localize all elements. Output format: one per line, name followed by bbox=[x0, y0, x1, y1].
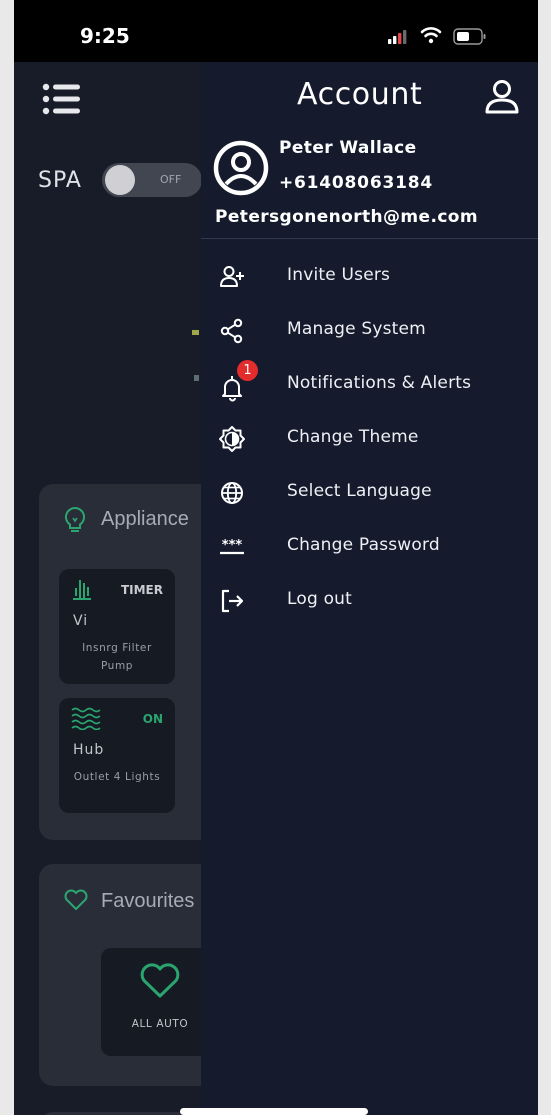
home-indicator[interactable] bbox=[180, 1108, 368, 1115]
user-avatar-icon bbox=[213, 140, 269, 201]
menu-label: Manage System bbox=[287, 319, 426, 339]
theme-icon bbox=[219, 426, 247, 452]
menu-label: Log out bbox=[287, 589, 353, 609]
tile-status: ON bbox=[142, 712, 163, 726]
signal-wifi-battery-icon bbox=[388, 27, 486, 45]
appliance-tile-hub[interactable]: ON Hub Outlet 4 Lights bbox=[59, 698, 175, 813]
user-name: Peter Wallace bbox=[279, 138, 417, 158]
menu-label: Change Password bbox=[287, 535, 440, 555]
background-indicator bbox=[192, 330, 199, 335]
menu-item-notifications[interactable]: 1 Notifications & Alerts bbox=[201, 360, 538, 408]
background-indicator bbox=[194, 375, 199, 381]
user-phone: +61408063184 bbox=[279, 173, 433, 193]
favourites-title: Favourites bbox=[101, 890, 195, 912]
drawer-title: Account bbox=[297, 77, 423, 112]
menu-label: Notifications & Alerts bbox=[287, 373, 472, 393]
water-waves-icon bbox=[71, 706, 101, 735]
menu-item-invite-users[interactable]: Invite Users bbox=[201, 252, 538, 300]
toggle-knob bbox=[105, 165, 135, 195]
hamburger-menu-icon[interactable] bbox=[42, 82, 82, 121]
tile-description: Insnrg Filter Pump bbox=[82, 642, 152, 672]
tile-name: Vi bbox=[73, 613, 89, 629]
svg-text:***: *** bbox=[222, 538, 243, 553]
menu-label: Select Language bbox=[287, 481, 432, 501]
account-icon[interactable] bbox=[483, 78, 521, 121]
toggle-state-label: OFF bbox=[160, 173, 182, 186]
user-email: Petersgonenorth@me.com bbox=[215, 207, 478, 227]
status-icons bbox=[386, 26, 506, 46]
appliance-tile-vi[interactable]: TIMER Vi Insnrg Filter Pump bbox=[59, 569, 175, 684]
globe-icon bbox=[219, 480, 247, 506]
pump-icon bbox=[71, 577, 93, 608]
tile-description: Outlet 4 Lights bbox=[73, 771, 161, 783]
spa-label: SPA bbox=[38, 168, 82, 193]
tile-status: TIMER bbox=[120, 583, 163, 597]
menu-item-manage-system[interactable]: Manage System bbox=[201, 306, 538, 354]
logout-icon bbox=[219, 588, 247, 614]
status-bar: 9:25 bbox=[14, 0, 538, 62]
heart-icon bbox=[63, 888, 89, 917]
spa-toggle[interactable]: OFF bbox=[102, 163, 202, 197]
account-drawer: Account Peter Wallace +61408063184 Peter… bbox=[201, 62, 538, 1115]
menu-item-change-password[interactable]: *** Change Password bbox=[201, 522, 538, 570]
tile-name: Hub bbox=[73, 742, 105, 758]
phone-screen: SPA OFF Appliance TIMER Vi Insnrg Filter… bbox=[14, 0, 538, 1115]
status-time: 9:25 bbox=[80, 24, 130, 48]
menu-label: Invite Users bbox=[287, 265, 391, 285]
password-icon: *** bbox=[219, 534, 247, 560]
heart-icon bbox=[139, 962, 181, 1005]
menu-label: Change Theme bbox=[287, 427, 419, 447]
share-icon bbox=[219, 318, 247, 344]
drawer-divider bbox=[201, 238, 538, 239]
lightbulb-icon bbox=[63, 506, 87, 539]
menu-item-select-language[interactable]: Select Language bbox=[201, 468, 538, 516]
menu-item-log-out[interactable]: Log out bbox=[201, 576, 538, 624]
menu-item-change-theme[interactable]: Change Theme bbox=[201, 414, 538, 462]
add-user-icon bbox=[219, 264, 247, 290]
appliances-title: Appliance bbox=[101, 508, 189, 530]
notification-badge: 1 bbox=[237, 360, 258, 381]
